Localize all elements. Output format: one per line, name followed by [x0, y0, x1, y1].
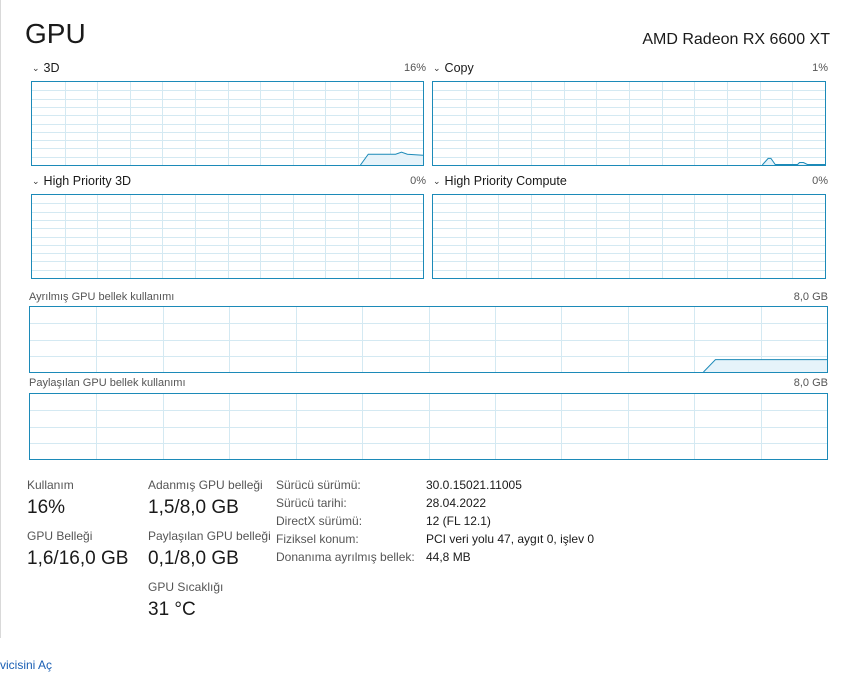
graph-svg [30, 394, 827, 459]
engine-graph-high-priority-3d [31, 194, 424, 279]
driver-version-label: Sürücü sürümü: [276, 478, 361, 492]
driver-date-value: 28.04.2022 [426, 496, 487, 510]
page-title: GPU [25, 18, 86, 49]
shared-memory-stat-value: 0,1/8,0 GB [148, 548, 239, 569]
dedicated-memory-stat-value: 1,5/8,0 GB [148, 497, 239, 518]
gpu-memory-label: GPU Belleği [27, 529, 93, 543]
engine-label: 3D [43, 61, 60, 75]
graph-svg [30, 307, 827, 372]
utilization-label: Kullanım [27, 478, 74, 492]
dedicated-memory-label: Ayrılmış GPU bellek kullanımı [29, 291, 175, 303]
physical-location-label: Fiziksel konum: [276, 532, 359, 546]
engine-selector-high-priority-3d[interactable]: ⌄ High Priority 3D [32, 174, 131, 188]
driver-date-label: Sürücü tarihi: [276, 496, 347, 510]
shared-memory-stat-label: Paylaşılan GPU belleği [148, 529, 271, 543]
gpu-temperature-value: 31 °C [148, 599, 196, 620]
shared-memory-graph [29, 393, 828, 460]
engine-percent: 0% [410, 175, 426, 187]
engine-label: High Priority 3D [43, 174, 132, 188]
utilization-value: 16% [27, 497, 66, 518]
usage-area [703, 359, 827, 372]
chevron-down-icon: ⌄ [32, 176, 40, 186]
engine-selector-3d[interactable]: ⌄ 3D [32, 61, 60, 75]
directx-version-label: DirectX sürümü: [276, 514, 363, 528]
dedicated-memory-stat-label: Adanmış GPU belleği [148, 478, 263, 492]
dedicated-memory-max: 8,0 GB [793, 291, 828, 303]
chevron-down-icon: ⌄ [433, 176, 441, 186]
graph-svg [433, 82, 825, 165]
engine-percent: 0% [812, 175, 828, 187]
engine-graph-copy [432, 81, 826, 166]
left-divider [0, 0, 1, 638]
shared-memory-max: 8,0 GB [793, 377, 828, 389]
directx-version-value: 12 (FL 12.1) [426, 514, 491, 528]
dedicated-memory-graph [29, 306, 828, 373]
engine-label: High Priority Compute [444, 174, 567, 188]
gpu-name: AMD Radeon RX 6600 XT [642, 31, 830, 48]
gpu-temperature-label: GPU Sıcaklığı [148, 580, 224, 594]
engine-percent: 1% [812, 62, 828, 74]
shared-memory-label: Paylaşılan GPU bellek kullanımı [29, 377, 186, 389]
graph-svg [32, 82, 423, 165]
driver-version-value: 30.0.15021.11005 [426, 478, 522, 492]
physical-location-value: PCI veri yolu 47, aygıt 0, işlev 0 [426, 532, 595, 546]
chevron-down-icon: ⌄ [32, 63, 40, 73]
graph-svg [32, 195, 423, 278]
open-resource-monitor-link[interactable]: vicisini Aç [0, 658, 52, 672]
reserved-memory-value: 44,8 MB [426, 550, 471, 564]
gpu-memory-value: 1,6/16,0 GB [27, 548, 129, 569]
graph-svg [433, 195, 825, 278]
engine-selector-copy[interactable]: ⌄ Copy [433, 61, 474, 75]
engine-selector-high-priority-compute[interactable]: ⌄ High Priority Compute [433, 174, 567, 188]
reserved-memory-label: Donanıma ayrılmış bellek: [276, 550, 415, 564]
chevron-down-icon: ⌄ [433, 63, 441, 73]
engine-graph-3d [31, 81, 424, 166]
engine-label: Copy [444, 61, 474, 75]
engine-percent: 16% [403, 62, 426, 74]
engine-graph-high-priority-compute [432, 194, 826, 279]
